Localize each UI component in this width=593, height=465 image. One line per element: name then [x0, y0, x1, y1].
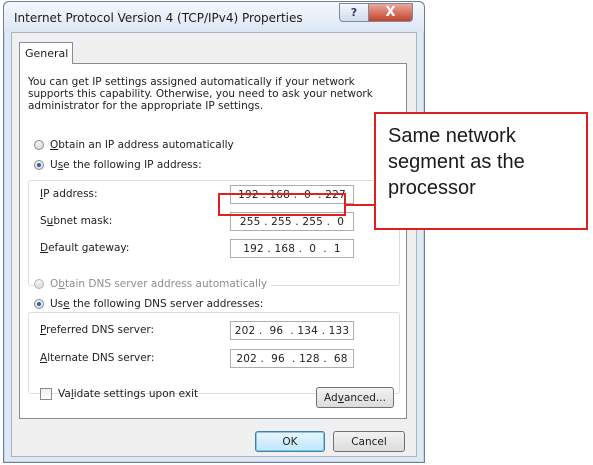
annotation-callout: Same network segment as the processor: [374, 112, 588, 230]
callout-connector-line: [346, 204, 376, 206]
use-following-dns-radio[interactable]: Use the following DNS server addresses:: [34, 298, 268, 310]
help-icon: ?: [350, 6, 358, 19]
radio-label: Obtain an IP address automatically: [50, 139, 234, 151]
obtain-ip-auto-radio[interactable]: Obtain an IP address automatically: [34, 139, 238, 151]
dialog-body: General You can get IP settings assigned…: [11, 32, 417, 457]
close-icon: X: [385, 5, 396, 20]
radio-label: Use the following DNS server addresses:: [50, 298, 264, 310]
radio-circle-selected: [34, 160, 44, 170]
ip-address-label: IP address:: [40, 188, 98, 200]
cancel-button[interactable]: Cancel: [333, 431, 405, 452]
subnet-mask-highlight-box: [218, 193, 346, 216]
radio-circle: [34, 140, 44, 150]
general-panel: You can get IP settings assigned automat…: [19, 63, 407, 419]
obtain-dns-auto-radio[interactable]: Obtain DNS server address automatically: [34, 278, 272, 290]
alternate-dns-field[interactable]: 202 . 96 . 128 . 68: [230, 349, 354, 368]
use-following-ip-radio[interactable]: Use the following IP address:: [34, 159, 206, 171]
advanced-button[interactable]: Advanced...: [316, 387, 394, 408]
default-gateway-field[interactable]: 192 . 168 . 0 . 1: [230, 239, 354, 258]
description-text: You can get IP settings assigned automat…: [28, 76, 373, 112]
validate-settings-checkbox[interactable]: Validate settings upon exit: [40, 388, 198, 400]
ok-button[interactable]: OK: [255, 431, 325, 452]
close-button[interactable]: X: [368, 3, 413, 22]
help-button[interactable]: ?: [339, 3, 369, 22]
checkbox-label: Validate settings upon exit: [58, 388, 199, 400]
advanced-button-label: Advanced...: [324, 391, 386, 404]
default-gateway-label: Default gateway:: [40, 242, 130, 254]
subnet-mask-label: Subnet mask:: [40, 215, 113, 227]
alternate-dns-label: Alternate DNS server:: [40, 352, 155, 364]
title-bar[interactable]: Internet Protocol Version 4 (TCP/IPv4) P…: [4, 2, 424, 32]
checkbox-box: [40, 388, 52, 400]
tab-general[interactable]: General: [19, 42, 73, 64]
dialog-title: Internet Protocol Version 4 (TCP/IPv4) P…: [14, 11, 303, 25]
preferred-dns-field[interactable]: 202 . 96 . 134 . 133: [230, 321, 354, 340]
radio-label: Obtain DNS server address automatically: [50, 278, 268, 290]
properties-dialog: Internet Protocol Version 4 (TCP/IPv4) P…: [3, 1, 425, 463]
radio-circle: [34, 279, 44, 289]
radio-label: Use the following IP address:: [50, 159, 202, 171]
preferred-dns-label: Preferred DNS server:: [40, 324, 155, 336]
radio-circle-selected: [34, 299, 44, 309]
